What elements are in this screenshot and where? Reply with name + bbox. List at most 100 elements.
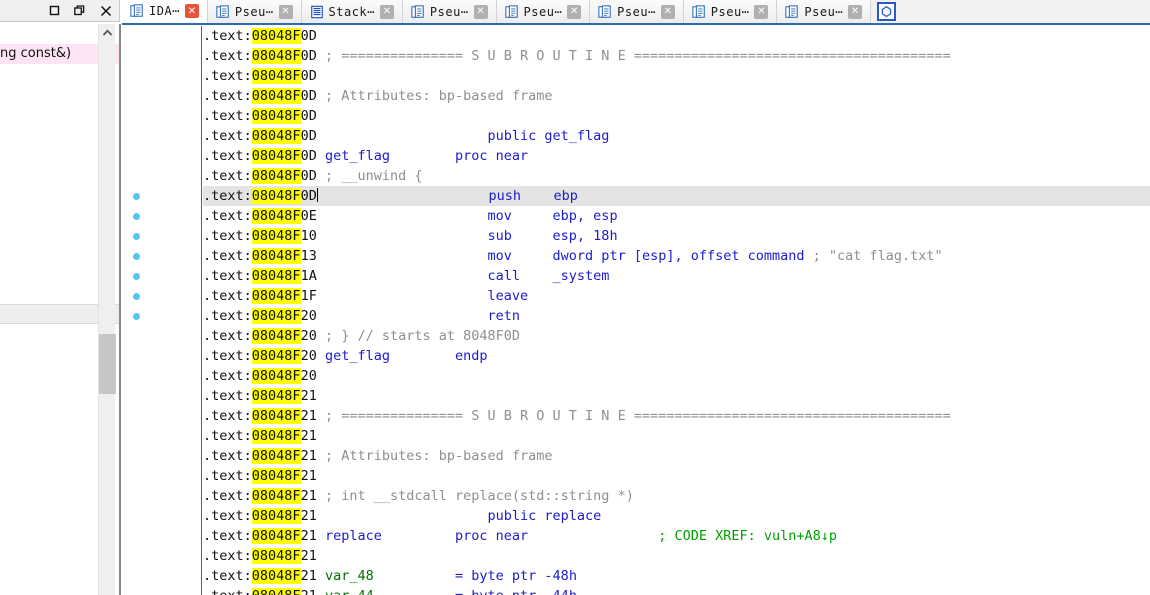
- disassembly-line[interactable]: .text:08048F0D ; =============== S U B R…: [203, 46, 1150, 66]
- address-highlight: 08048F: [251, 468, 301, 484]
- address-suffix: 21: [300, 488, 317, 504]
- address-suffix: 21: [300, 508, 317, 524]
- address-highlight: 08048F: [251, 588, 301, 595]
- tab-close-icon[interactable]: ✕: [660, 4, 675, 19]
- breakpoint-dot-icon[interactable]: [133, 193, 140, 200]
- breakpoint-dot-icon[interactable]: [133, 293, 140, 300]
- disassembly-view[interactable]: .text:08048F0D .text:08048F0D ; =========…: [122, 26, 1150, 595]
- disassembly-line[interactable]: .text:08048F0D get_flag proc near: [203, 146, 1150, 166]
- tab-5[interactable]: Pseu⋯ ✕: [590, 0, 684, 23]
- tab-close-icon[interactable]: ✕: [379, 4, 394, 19]
- disassembly-line[interactable]: .text:08048F21 var_44 = byte ptr -44h: [203, 586, 1150, 595]
- disassembly-line[interactable]: .text:08048F21 var_48 = byte ptr -48h: [203, 566, 1150, 586]
- disassembly-line[interactable]: .text:08048F21 replace proc near ; CODE …: [203, 526, 1150, 546]
- tab-close-icon[interactable]: ✕: [278, 4, 293, 19]
- line-body: leave: [324, 288, 529, 304]
- disassembly-line[interactable]: .text:08048F20 ; } // starts at 8048F0D: [203, 326, 1150, 346]
- disassembly-line[interactable]: .text:08048F21: [203, 426, 1150, 446]
- breakpoint-dot-icon[interactable]: [133, 253, 140, 260]
- restore-button[interactable]: [67, 1, 93, 21]
- tab-label: IDA⋯: [149, 4, 180, 18]
- disassembly-line[interactable]: .text:08048F21: [203, 546, 1150, 566]
- breakpoint-gutter[interactable]: [122, 26, 200, 595]
- segment-label: .text:: [203, 128, 252, 144]
- close-button[interactable]: [93, 1, 119, 21]
- disassembly-line[interactable]: .text:08048F0D ; __unwind {: [203, 166, 1150, 186]
- address-highlight: 08048F: [251, 108, 301, 124]
- disassembly-line[interactable]: .text:08048F0D ; Attributes: bp-based fr…: [203, 86, 1150, 106]
- breakpoint-dot-icon[interactable]: [133, 273, 140, 280]
- tab-7[interactable]: Pseu⋯ ✕: [777, 0, 872, 23]
- tab-close-icon[interactable]: ✕: [567, 4, 582, 19]
- disassembly-line[interactable]: .text:08048F21 ; Attributes: bp-based fr…: [203, 446, 1150, 466]
- disassembly-line[interactable]: .text:08048F10 sub esp, 18h: [203, 226, 1150, 246]
- address-suffix: 21: [300, 408, 317, 424]
- line-body: ; __unwind {: [324, 168, 423, 184]
- line-body: replace proc near: [324, 528, 659, 544]
- breakpoint-dot-icon[interactable]: [133, 313, 140, 320]
- address-highlight: 08048F: [251, 568, 301, 584]
- segment-label: .text:: [203, 448, 252, 464]
- disassembly-line[interactable]: .text:08048F0D: [203, 66, 1150, 86]
- address-suffix: 0D: [300, 168, 317, 184]
- disassembly-line[interactable]: .text:08048F21 public replace: [203, 506, 1150, 526]
- segment-label: .text:: [203, 528, 252, 544]
- disassembly-line[interactable]: .text:08048F21 ; =============== S U B R…: [203, 406, 1150, 426]
- disassembly-line[interactable]: .text:08048F21: [203, 466, 1150, 486]
- segment-label: .text:: [203, 548, 252, 564]
- tab-6[interactable]: Pseu⋯ ✕: [683, 0, 778, 23]
- left-panel-scroll-thumb[interactable]: [99, 334, 116, 394]
- address-highlight: 08048F: [251, 508, 301, 524]
- tab-close-icon[interactable]: ✕: [848, 4, 863, 19]
- address-highlight: 08048F: [251, 368, 301, 384]
- disassembly-line[interactable]: .text:08048F13 mov dword ptr [esp], offs…: [203, 246, 1150, 266]
- breakpoint-dot-icon[interactable]: [133, 233, 140, 240]
- segment-label: .text:: [203, 348, 252, 364]
- tab-1[interactable]: Pseu⋯ ✕: [207, 0, 302, 23]
- tab-2[interactable]: Stack⋯ ✕: [301, 0, 403, 23]
- address-suffix: 0D: [300, 188, 317, 204]
- document-icon: [216, 4, 230, 19]
- tab-4[interactable]: Pseu⋯ ✕: [496, 0, 591, 23]
- tab-3[interactable]: Pseu⋯ ✕: [402, 0, 497, 23]
- tab-overflow-button[interactable]: [871, 0, 901, 23]
- disassembly-line[interactable]: .text:08048F0D: [203, 106, 1150, 126]
- line-body: ; Attributes: bp-based frame: [324, 448, 553, 464]
- breakpoint-dot-icon[interactable]: [133, 213, 140, 220]
- address-suffix: 0D: [300, 148, 317, 164]
- disassembly-line[interactable]: .text:08048F0D: [203, 26, 1150, 46]
- segment-label: .text:: [203, 308, 252, 324]
- segment-label: .text:: [203, 208, 252, 224]
- disassembly-lines[interactable]: .text:08048F0D .text:08048F0D ; =========…: [203, 26, 1150, 595]
- maximize-button[interactable]: [41, 1, 67, 21]
- disassembly-line[interactable]: .text:08048F1F leave: [203, 286, 1150, 306]
- disassembly-line[interactable]: .text:08048F21: [203, 386, 1150, 406]
- line-body: mov dword ptr [esp], offset command: [324, 248, 813, 264]
- disassembly-line[interactable]: .text:08048F0D public get_flag: [203, 126, 1150, 146]
- disassembly-line[interactable]: .text:08048F20 retn: [203, 306, 1150, 326]
- disassembly-line[interactable]: .text:08048F20 get_flag endp: [203, 346, 1150, 366]
- left-panel-scrollbar[interactable]: [98, 24, 116, 595]
- disassembly-line[interactable]: .text:08048F0D push ebp: [203, 186, 1150, 206]
- scroll-up-arrow-icon[interactable]: [99, 24, 115, 41]
- address-suffix: 0D: [300, 28, 317, 44]
- line-body: mov ebp, esp: [324, 208, 618, 224]
- tab-close-icon[interactable]: ✕: [754, 4, 769, 19]
- tab-close-icon[interactable]: ✕: [473, 4, 488, 19]
- disassembly-line[interactable]: .text:08048F1A call _system: [203, 266, 1150, 286]
- tab-0[interactable]: IDA⋯ ✕: [122, 0, 208, 23]
- disassembly-line[interactable]: .text:08048F0E mov ebp, esp: [203, 206, 1150, 226]
- address-highlight: 08048F: [251, 528, 301, 544]
- address-suffix: 10: [300, 228, 317, 244]
- tab-close-icon[interactable]: ✕: [184, 4, 199, 18]
- segment-label: .text:: [203, 328, 252, 344]
- disassembly-line[interactable]: .text:08048F21 ; int __stdcall replace(s…: [203, 486, 1150, 506]
- disassembly-line[interactable]: .text:08048F20: [203, 366, 1150, 386]
